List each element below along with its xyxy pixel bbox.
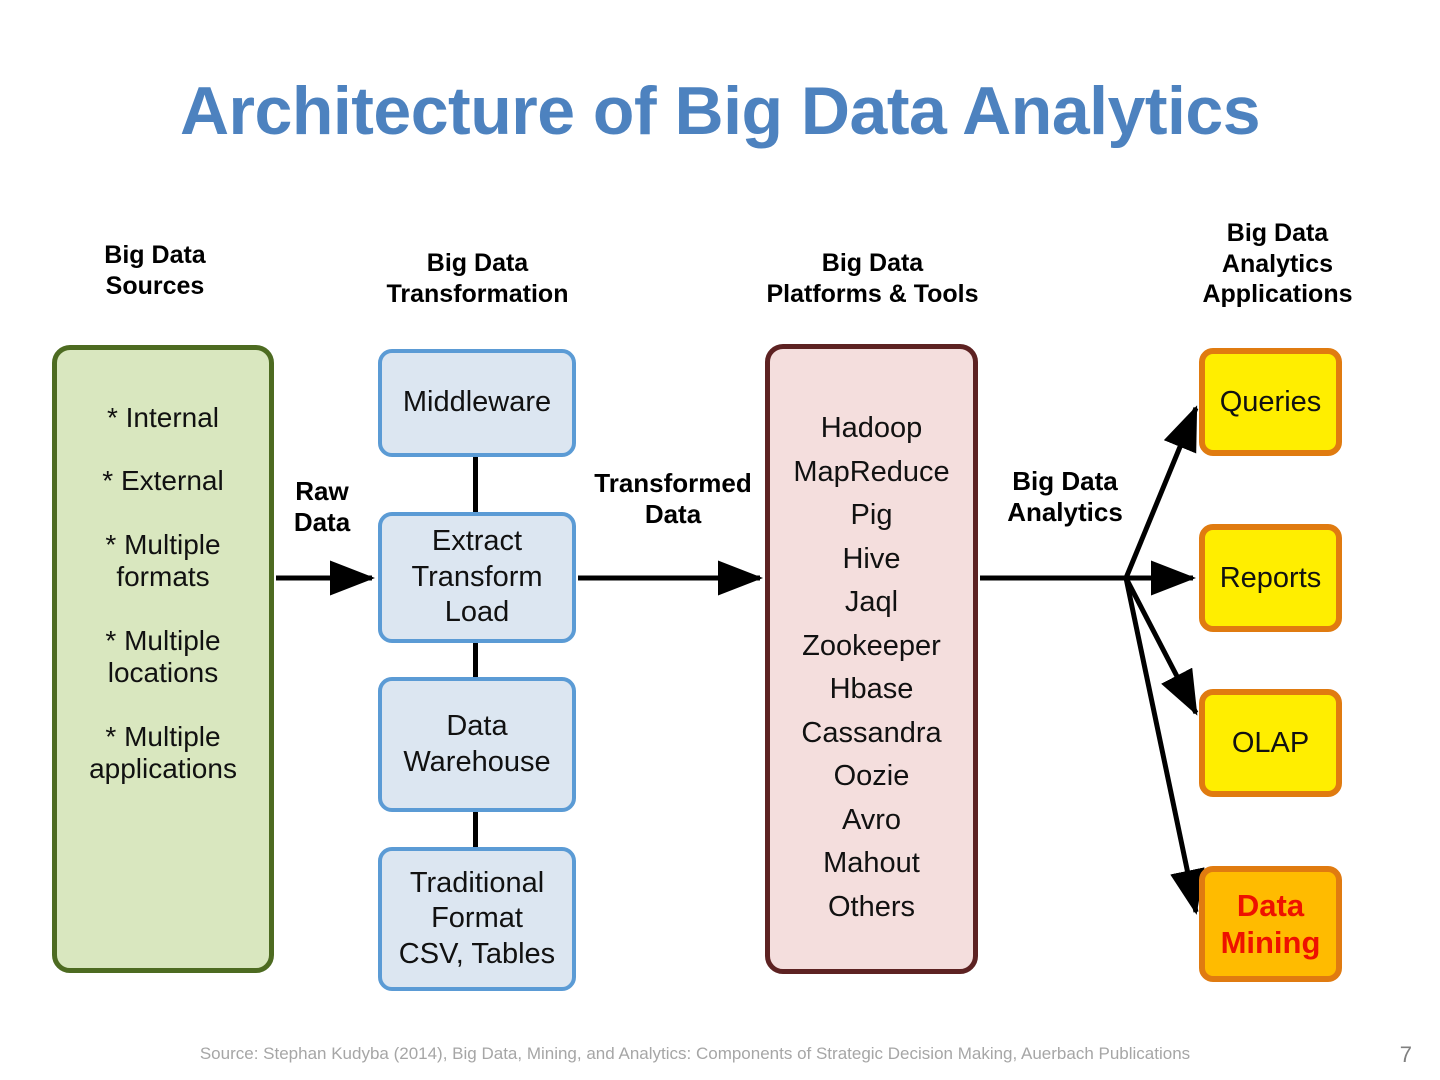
platform-item-others: Others bbox=[827, 890, 916, 923]
platform-item-pig: Pig bbox=[850, 499, 893, 531]
applications-header-line3: Applications bbox=[1202, 280, 1353, 308]
platform-item-avro: Avro bbox=[841, 803, 902, 836]
source-item-applications: * Multiple applications bbox=[89, 720, 237, 785]
arrow-to-data-mining bbox=[1123, 577, 1205, 915]
transformed-data-line1: Transformed bbox=[594, 468, 752, 498]
source-citation: Source: Stephan Kudyba (2014), Big Data,… bbox=[199, 1044, 1191, 1063]
source-item-locations: * Multiple locations bbox=[105, 624, 221, 689]
slide-canvas: Architecture of Big Data Analytics Big D… bbox=[0, 0, 1440, 1080]
transformation-header-line2: Transformation bbox=[386, 279, 569, 308]
connector-warehouse-trad bbox=[473, 810, 478, 849]
flow-label-transformed-data: Transformed Data bbox=[575, 468, 771, 530]
box-data-mining[interactable]: Data Mining bbox=[1199, 866, 1342, 982]
source-item-internal: * Internal bbox=[106, 402, 220, 433]
applications-header-line1: Big Data bbox=[1226, 219, 1329, 247]
source-item-external: * External bbox=[102, 465, 224, 497]
sources-header-line1: Big Data bbox=[104, 241, 206, 269]
platforms-header-line1: Big Data bbox=[821, 249, 924, 277]
box-data-warehouse[interactable]: Data Warehouse bbox=[378, 677, 576, 812]
arrow-to-olap bbox=[1123, 576, 1199, 716]
connector-middleware-etl bbox=[473, 455, 478, 514]
platform-item-hive: Hive bbox=[842, 542, 901, 575]
platform-item-mahout: Mahout bbox=[823, 847, 920, 879]
sources-header-line2: Sources bbox=[105, 271, 205, 300]
box-olap[interactable]: OLAP bbox=[1199, 689, 1342, 797]
applications-header-line2: Analytics bbox=[1221, 249, 1334, 278]
column-header-transformation: Big Data Transformation bbox=[345, 248, 610, 309]
column-header-applications: Big Data Analytics Applications bbox=[1145, 218, 1410, 310]
platform-item-jaql: Jaql bbox=[844, 586, 899, 618]
box-middleware[interactable]: Middleware bbox=[378, 349, 576, 457]
big-data-analytics-line1: Big Data bbox=[1012, 466, 1118, 496]
raw-data-line2: Data bbox=[293, 507, 351, 538]
flow-label-raw-data: Raw Data bbox=[274, 476, 370, 538]
flow-label-big-data-analytics: Big Data Analytics bbox=[985, 466, 1145, 528]
box-traditional-format[interactable]: Traditional Format CSV, Tables bbox=[378, 847, 576, 991]
box-reports[interactable]: Reports bbox=[1199, 524, 1342, 632]
connector-etl-warehouse bbox=[473, 641, 478, 679]
source-item-formats: * Multiple formats bbox=[105, 528, 221, 593]
platforms-header-line2: Platforms & Tools bbox=[766, 279, 979, 308]
platform-item-oozie: Oozie bbox=[833, 760, 910, 792]
big-data-sources-box: * Internal * External * Multiple formats … bbox=[52, 345, 274, 973]
platform-item-zookeeper: Zookeeper bbox=[802, 629, 941, 662]
platform-item-hadoop: Hadoop bbox=[820, 412, 923, 444]
platform-item-mapreduce: MapReduce bbox=[793, 455, 950, 488]
page-title: Architecture of Big Data Analytics bbox=[179, 73, 1261, 149]
transformation-header-line1: Big Data bbox=[426, 249, 529, 277]
platform-item-hbase: Hbase bbox=[829, 673, 914, 705]
page-number: 7 bbox=[1399, 1042, 1412, 1067]
column-header-platforms: Big Data Platforms & Tools bbox=[730, 248, 1015, 309]
column-header-sources: Big Data Sources bbox=[30, 240, 280, 301]
raw-data-line1: Raw bbox=[295, 476, 349, 506]
transformed-data-line2: Data bbox=[644, 499, 702, 530]
big-data-analytics-line2: Analytics bbox=[1007, 497, 1123, 528]
box-queries[interactable]: Queries bbox=[1199, 348, 1342, 456]
platform-item-cassandra: Cassandra bbox=[801, 716, 942, 749]
box-extract-transform-load[interactable]: Extract Transform Load bbox=[378, 512, 576, 643]
big-data-platforms-box: Hadoop MapReduce Pig Hive Jaql Zookeeper… bbox=[765, 344, 978, 974]
